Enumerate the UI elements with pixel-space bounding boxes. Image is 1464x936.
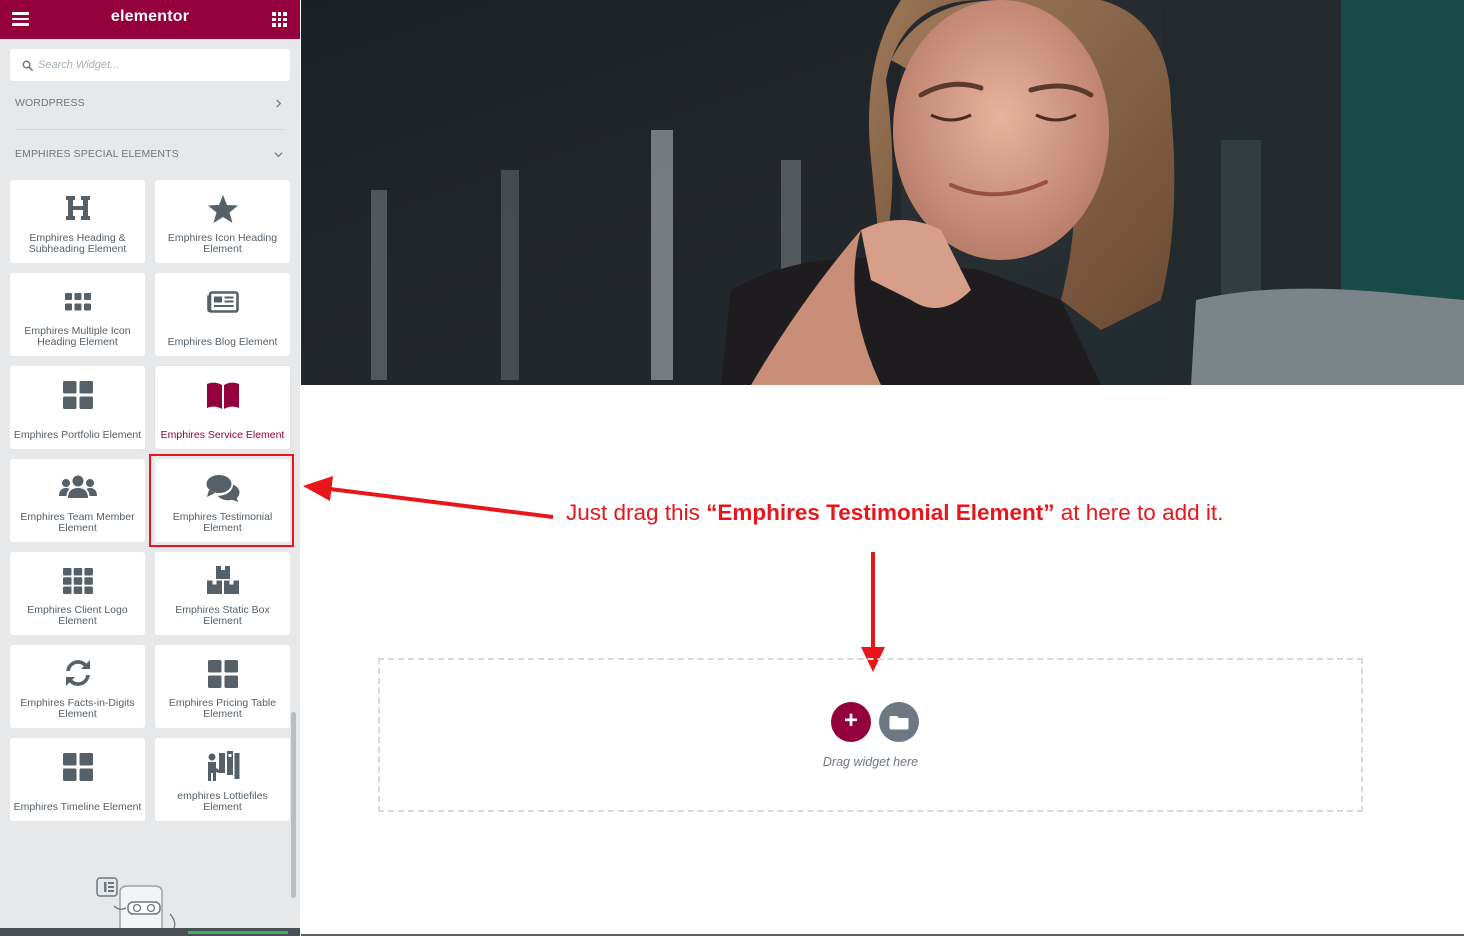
- hero-image: [301, 0, 1464, 385]
- chevron-right-icon: [276, 99, 282, 108]
- widget-label: Emphires Team Member Element: [20, 511, 135, 534]
- widget-static-box[interactable]: Emphires Static Box Element: [155, 552, 290, 635]
- widget-portfolio[interactable]: Emphires Portfolio Element: [10, 366, 145, 449]
- widget-facts-in-digits[interactable]: Emphires Facts-in-Digits Element: [10, 645, 145, 728]
- open-book-icon: [206, 382, 239, 409]
- widget-label: Emphires Pricing Table Element: [168, 697, 277, 720]
- portfolio-grid-icon: [62, 381, 93, 409]
- sync-icon: [65, 660, 90, 686]
- brand-logo: elementor: [110, 8, 190, 25]
- elementor-mascot-icon: [96, 877, 176, 932]
- widget-lottiefiles[interactable]: emphires Lottiefiles Element: [155, 738, 290, 821]
- widget-label: Emphires Static Box Element: [175, 604, 270, 627]
- widgets-grid-icon[interactable]: [272, 12, 287, 27]
- widget-label: emphires Lottiefiles Element: [177, 790, 268, 813]
- add-section-button[interactable]: +: [831, 702, 871, 742]
- widget-timeline[interactable]: Emphires Timeline Element: [10, 738, 145, 821]
- widget-icon-heading[interactable]: Emphires Icon Heading Element: [155, 180, 290, 263]
- heading-icon: [65, 196, 90, 220]
- screen: elementor WORDPRESS EMPHIRES SPECIAL ELE…: [0, 0, 1464, 936]
- annotation-prefix: Just drag this: [566, 500, 707, 525]
- widget-label: Emphires Blog Element: [167, 336, 278, 348]
- widget-label: Emphires Timeline Element: [13, 801, 142, 813]
- panel-header: elementor: [0, 0, 300, 39]
- folder-icon: [889, 716, 909, 730]
- highlight-testimonial: [149, 454, 294, 547]
- timeline-grid-icon: [62, 753, 93, 781]
- woman-smiling-photo: [301, 0, 1464, 385]
- logo-grid-icon: [62, 568, 93, 594]
- lottie-icon: [207, 751, 239, 781]
- category-wordpress[interactable]: WORDPRESS: [15, 97, 285, 113]
- widget-multiple-icon-heading[interactable]: Emphires Multiple Icon Heading Element: [10, 273, 145, 356]
- search-widget-input[interactable]: [38, 49, 283, 81]
- search-icon: [22, 60, 33, 71]
- newspaper-icon: [206, 291, 239, 313]
- update-button[interactable]: [188, 931, 288, 934]
- widget-label: Emphires Multiple Icon Heading Element: [24, 325, 131, 348]
- widget-service[interactable]: Emphires Service Element: [155, 366, 290, 449]
- users-icon: [58, 475, 97, 498]
- boxes-icon: [206, 566, 239, 594]
- left-arrow-line: [329, 487, 554, 519]
- drop-hint: Drag widget here: [822, 755, 919, 769]
- widget-blog[interactable]: Emphires Blog Element: [155, 273, 290, 356]
- category-divider: [15, 129, 285, 130]
- widget-pricing-table[interactable]: Emphires Pricing Table Element: [155, 645, 290, 728]
- widget-label: Emphires Client Logo Element: [27, 604, 128, 627]
- widget-label: Emphires Service Element: [160, 429, 285, 441]
- category-emphires-special-elements[interactable]: EMPHIRES SPECIAL ELEMENTS: [15, 148, 285, 164]
- widget-label: Emphires Heading & Subheading Element: [28, 232, 127, 255]
- widget-label: Emphires Icon Heading Element: [167, 232, 278, 255]
- drop-zone[interactable]: + Drag widget here: [378, 658, 1363, 812]
- category-label: WORDPRESS: [15, 97, 85, 109]
- panel-footer: [0, 928, 300, 936]
- plus-icon: +: [843, 707, 858, 734]
- table-grid-icon: [207, 660, 238, 688]
- star-icon: [207, 195, 238, 223]
- widget-team-member[interactable]: Emphires Team Member Element: [10, 459, 145, 542]
- icon-grid-icon: [64, 293, 91, 311]
- panel-scrollbar[interactable]: [291, 712, 296, 898]
- widget-label: Emphires Portfolio Element: [13, 429, 142, 441]
- add-template-button[interactable]: [879, 702, 919, 742]
- widget-heading-subheading[interactable]: Emphires Heading & Subheading Element: [10, 180, 145, 263]
- widget-label: Emphires Facts-in-Digits Element: [20, 697, 135, 720]
- annotation-suffix: at here to add it.: [1054, 500, 1224, 525]
- search-box: [10, 49, 290, 81]
- widget-client-logo[interactable]: Emphires Client Logo Element: [10, 552, 145, 635]
- annotation-emphasis: “Emphires Testimonial Element”: [706, 500, 1055, 525]
- chevron-down-icon: [274, 152, 283, 158]
- instruction-annotation: Just drag this “Emphires Testimonial Ele…: [566, 500, 1346, 526]
- category-label: EMPHIRES SPECIAL ELEMENTS: [15, 148, 179, 160]
- left-arrow-head: [303, 476, 333, 501]
